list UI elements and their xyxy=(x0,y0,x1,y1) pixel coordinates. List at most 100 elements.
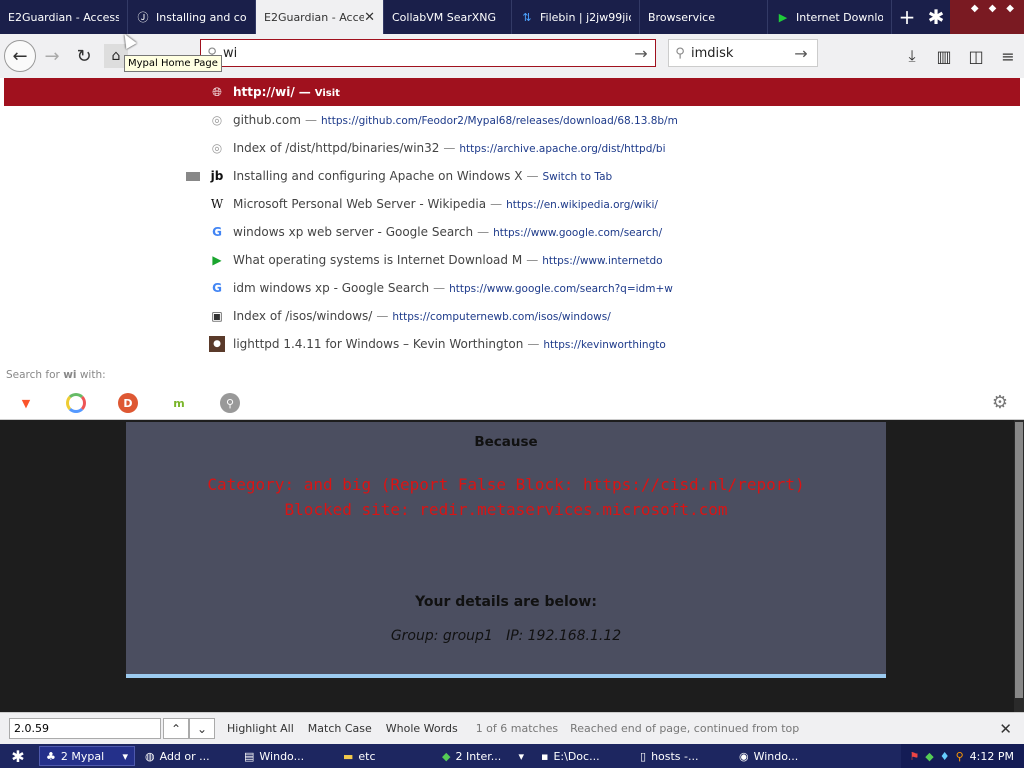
suggestion-title: http://wi/— Visit xyxy=(233,85,340,99)
taskbar-item-mypal[interactable]: ♣ 2 Mypal ▾ xyxy=(39,746,135,766)
close-find-bar-icon[interactable]: ✕ xyxy=(999,720,1012,738)
control-panel-icon: ◍ xyxy=(145,749,155,763)
search-icon: ⚲ xyxy=(675,45,685,61)
maximize-icon[interactable]: ◆ xyxy=(989,3,997,14)
new-tab-button[interactable]: + xyxy=(892,0,922,34)
taskbar-item-windows-2[interactable]: ◉ Windo... xyxy=(732,746,828,766)
tray-network-icon[interactable]: ◆ xyxy=(925,750,933,763)
go-arrow-icon[interactable]: → xyxy=(787,44,815,63)
clock[interactable]: 4:12 PM xyxy=(970,750,1014,763)
close-tab-icon[interactable]: ✕ xyxy=(364,10,375,25)
because-heading: Because xyxy=(474,434,538,450)
jb-icon: jb xyxy=(210,169,224,183)
google-icon: G xyxy=(212,225,222,239)
tab-label: Installing and conf xyxy=(156,10,247,24)
category-line: Category: and big (Report False Block: h… xyxy=(207,475,805,494)
brave-engine-icon[interactable]: ▼ xyxy=(16,393,36,413)
tab-browservice[interactable]: Browservice xyxy=(640,0,768,34)
search-input[interactable] xyxy=(691,45,787,61)
suggestion-row[interactable]: 🌐︎ http://wi/— Visit xyxy=(4,78,1020,106)
suggestion-row[interactable]: ▣ Index of /isos/windows/— https://comput… xyxy=(0,302,1024,330)
taskbar-label: E:\Doc... xyxy=(553,749,600,763)
menu-icon[interactable]: ≡ xyxy=(992,47,1024,66)
tray-app-icon[interactable]: ⚑ xyxy=(909,750,919,763)
search-settings-gear-icon[interactable]: ⚙ xyxy=(992,392,1008,413)
window-controls: ◆ ◆ ◆ xyxy=(950,0,1024,34)
taskbar-item-hosts[interactable]: ▯ hosts -... xyxy=(633,746,729,766)
minimize-icon[interactable]: ◆ xyxy=(971,3,979,14)
star-menu-icon[interactable]: ✱ xyxy=(922,0,950,34)
download-icon[interactable]: ⤓ xyxy=(896,46,928,66)
taskbar-label: 2 Mypal xyxy=(60,749,105,763)
tray-search-icon[interactable]: ⚲ xyxy=(956,750,964,763)
match-case-toggle[interactable]: Match Case xyxy=(308,722,372,735)
start-button[interactable]: ✱ xyxy=(0,747,36,766)
taskbar: ✱ ♣ 2 Mypal ▾ ◍ Add or ... ▤ Windo... ▬ etc ◆… xyxy=(0,744,1024,768)
suggestion-row[interactable]: jb Installing and configuring Apache on … xyxy=(0,162,1024,190)
globe-icon: 🌐︎ xyxy=(212,84,222,99)
suggestion-row[interactable]: G idm windows xp - Google Search — https:/… xyxy=(0,274,1024,302)
suggestion-row[interactable]: ● lighttpd 1.4.11 for Windows – Kevin Wo… xyxy=(0,330,1024,358)
tab-e2guardian-active[interactable]: E2Guardian - Acce ✕ xyxy=(256,0,384,34)
tab-label: E2Guardian - Acce xyxy=(264,10,365,24)
go-arrow-icon[interactable]: → xyxy=(627,44,655,63)
url-input[interactable] xyxy=(223,45,627,61)
url-bar[interactable]: ⚲ → xyxy=(200,39,656,67)
close-window-icon[interactable]: ◆ xyxy=(1006,3,1014,14)
tab-filebin[interactable]: ⇅ Filebin | j2jw99jio xyxy=(512,0,640,34)
highlight-all-toggle[interactable]: Highlight All xyxy=(227,722,294,735)
computer-icon: ▣ xyxy=(211,309,223,323)
taskbar-item-internet-download[interactable]: ◆ 2 Inter... ▾ xyxy=(435,746,531,766)
home-tooltip: Mypal Home Page xyxy=(124,55,222,72)
blocked-site-line: Blocked site: redir.metaservices.microso… xyxy=(284,500,728,519)
suggestion-title: Installing and configuring Apache on Win… xyxy=(233,169,613,183)
taskbar-label: Add or ... xyxy=(159,749,210,763)
whole-words-toggle[interactable]: Whole Words xyxy=(386,722,458,735)
tab-internet-download[interactable]: ▶ Internet Download xyxy=(768,0,892,34)
suggestion-title: What operating systems is Internet Downl… xyxy=(233,253,663,267)
reload-button[interactable]: ↻ xyxy=(68,40,100,72)
taskbar-item-etc[interactable]: ▬ etc xyxy=(336,746,432,766)
tab-e2guardian-1[interactable]: E2Guardian - Access D xyxy=(0,0,128,34)
suggestion-title: Index of /isos/windows/— https://computer… xyxy=(233,309,611,323)
page-scrollbar[interactable] xyxy=(1014,420,1024,712)
transfer-arrows-icon: ⇅ xyxy=(522,10,532,24)
back-button[interactable]: ← xyxy=(4,40,36,72)
details-heading: Your details are below: xyxy=(415,594,597,610)
cmd-icon: ▪ xyxy=(541,749,549,763)
forward-button[interactable]: → xyxy=(36,40,68,72)
find-next-button[interactable]: ⌄ xyxy=(189,718,215,739)
taskbar-label: etc xyxy=(358,749,376,763)
suggestion-row[interactable]: ◎ github.com — https://github.com/Feodor2/… xyxy=(0,106,1024,134)
idm-flag-icon: ▶ xyxy=(212,253,222,267)
taskbar-item-cmd[interactable]: ▪ E:\Doc... xyxy=(534,746,630,766)
suggestion-row[interactable]: W Microsoft Personal Web Server - Wikipe… xyxy=(0,190,1024,218)
scrollbar-thumb[interactable] xyxy=(1015,422,1023,698)
find-previous-button[interactable]: ⌃ xyxy=(163,718,189,739)
taskbar-item-windows[interactable]: ▤ Windo... xyxy=(237,746,333,766)
dropdown-arrow-icon: ▾ xyxy=(122,749,128,763)
search-bar[interactable]: ⚲ → xyxy=(668,39,818,67)
sidebar-icon[interactable]: ◫ xyxy=(960,47,992,66)
tab-label: Browservice xyxy=(648,10,715,24)
idm-flag-icon: ▶ xyxy=(778,10,788,24)
notepad-icon: ▯ xyxy=(640,749,647,763)
suggestion-row[interactable]: G windows xp web server - Google Search —… xyxy=(0,218,1024,246)
mypal-icon: ♣ xyxy=(46,749,56,763)
tab-installing-apache[interactable]: Ⓙ Installing and conf xyxy=(128,0,256,34)
tab-strip: E2Guardian - Access D Ⓙ Installing and co… xyxy=(0,0,1024,34)
suggestion-row[interactable]: ▶ What operating systems is Internet Dow… xyxy=(0,246,1024,274)
suggestion-title: Index of /dist/httpd/binaries/win32— http… xyxy=(233,141,666,155)
mojeek-engine-icon[interactable]: m xyxy=(169,393,189,413)
qwant-engine-icon[interactable] xyxy=(66,393,86,413)
taskbar-item-add-remove[interactable]: ◍ Add or ... xyxy=(138,746,234,766)
suggestion-row[interactable]: ◎ Index of /dist/httpd/binaries/win32— ht… xyxy=(0,134,1024,162)
block-page-panel: Because Category: and big (Report False … xyxy=(126,422,886,678)
toolbar-right: ⤓ ▥ ◫ ≡ xyxy=(896,34,1024,78)
tab-collabvm-searxng[interactable]: CollabVM SearXNG xyxy=(384,0,512,34)
library-icon[interactable]: ▥ xyxy=(928,47,960,66)
searx-engine-icon[interactable]: ⚲ xyxy=(220,393,240,413)
tray-update-icon[interactable]: ♦ xyxy=(940,750,950,763)
duckduckgo-engine-icon[interactable]: D xyxy=(118,393,138,413)
find-input[interactable] xyxy=(9,718,161,739)
